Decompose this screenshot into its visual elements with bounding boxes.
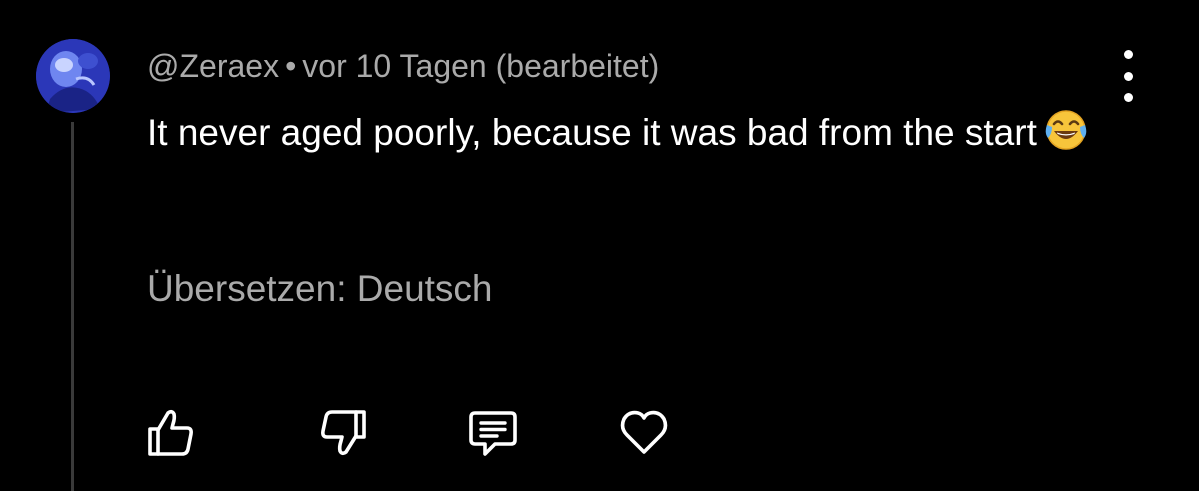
reply-icon [469, 411, 517, 456]
avatar[interactable] [36, 39, 110, 113]
dislike-button[interactable] [316, 404, 372, 460]
comment-text: It never aged poorly, because it was bad… [147, 112, 1037, 153]
avatar-image [36, 39, 110, 113]
comment-header: @Zeraex • vor 10 Tagen (bearbeitet) [147, 46, 659, 86]
reply-button[interactable] [465, 404, 521, 460]
thumbs-down-icon [321, 410, 366, 456]
separator-dot: • [285, 48, 297, 84]
more-options-button[interactable] [1108, 50, 1148, 102]
author-name[interactable]: @Zeraex [147, 48, 279, 84]
heart-button[interactable] [616, 404, 672, 460]
tears-of-joy-emoji-icon [1045, 110, 1087, 150]
heart-icon [620, 410, 668, 454]
comment-body: It never aged poorly, because it was bad… [147, 104, 1107, 162]
more-vert-icon [1123, 50, 1133, 59]
thumbs-up-icon [148, 409, 193, 456]
like-button[interactable] [142, 404, 198, 460]
comment-timestamp: vor 10 Tagen (bearbeitet) [302, 48, 660, 84]
thread-line [71, 122, 74, 491]
translate-link[interactable]: Übersetzen: Deutsch [147, 266, 493, 312]
comment-item: @Zeraex • vor 10 Tagen (bearbeitet) It nev… [0, 0, 1199, 491]
